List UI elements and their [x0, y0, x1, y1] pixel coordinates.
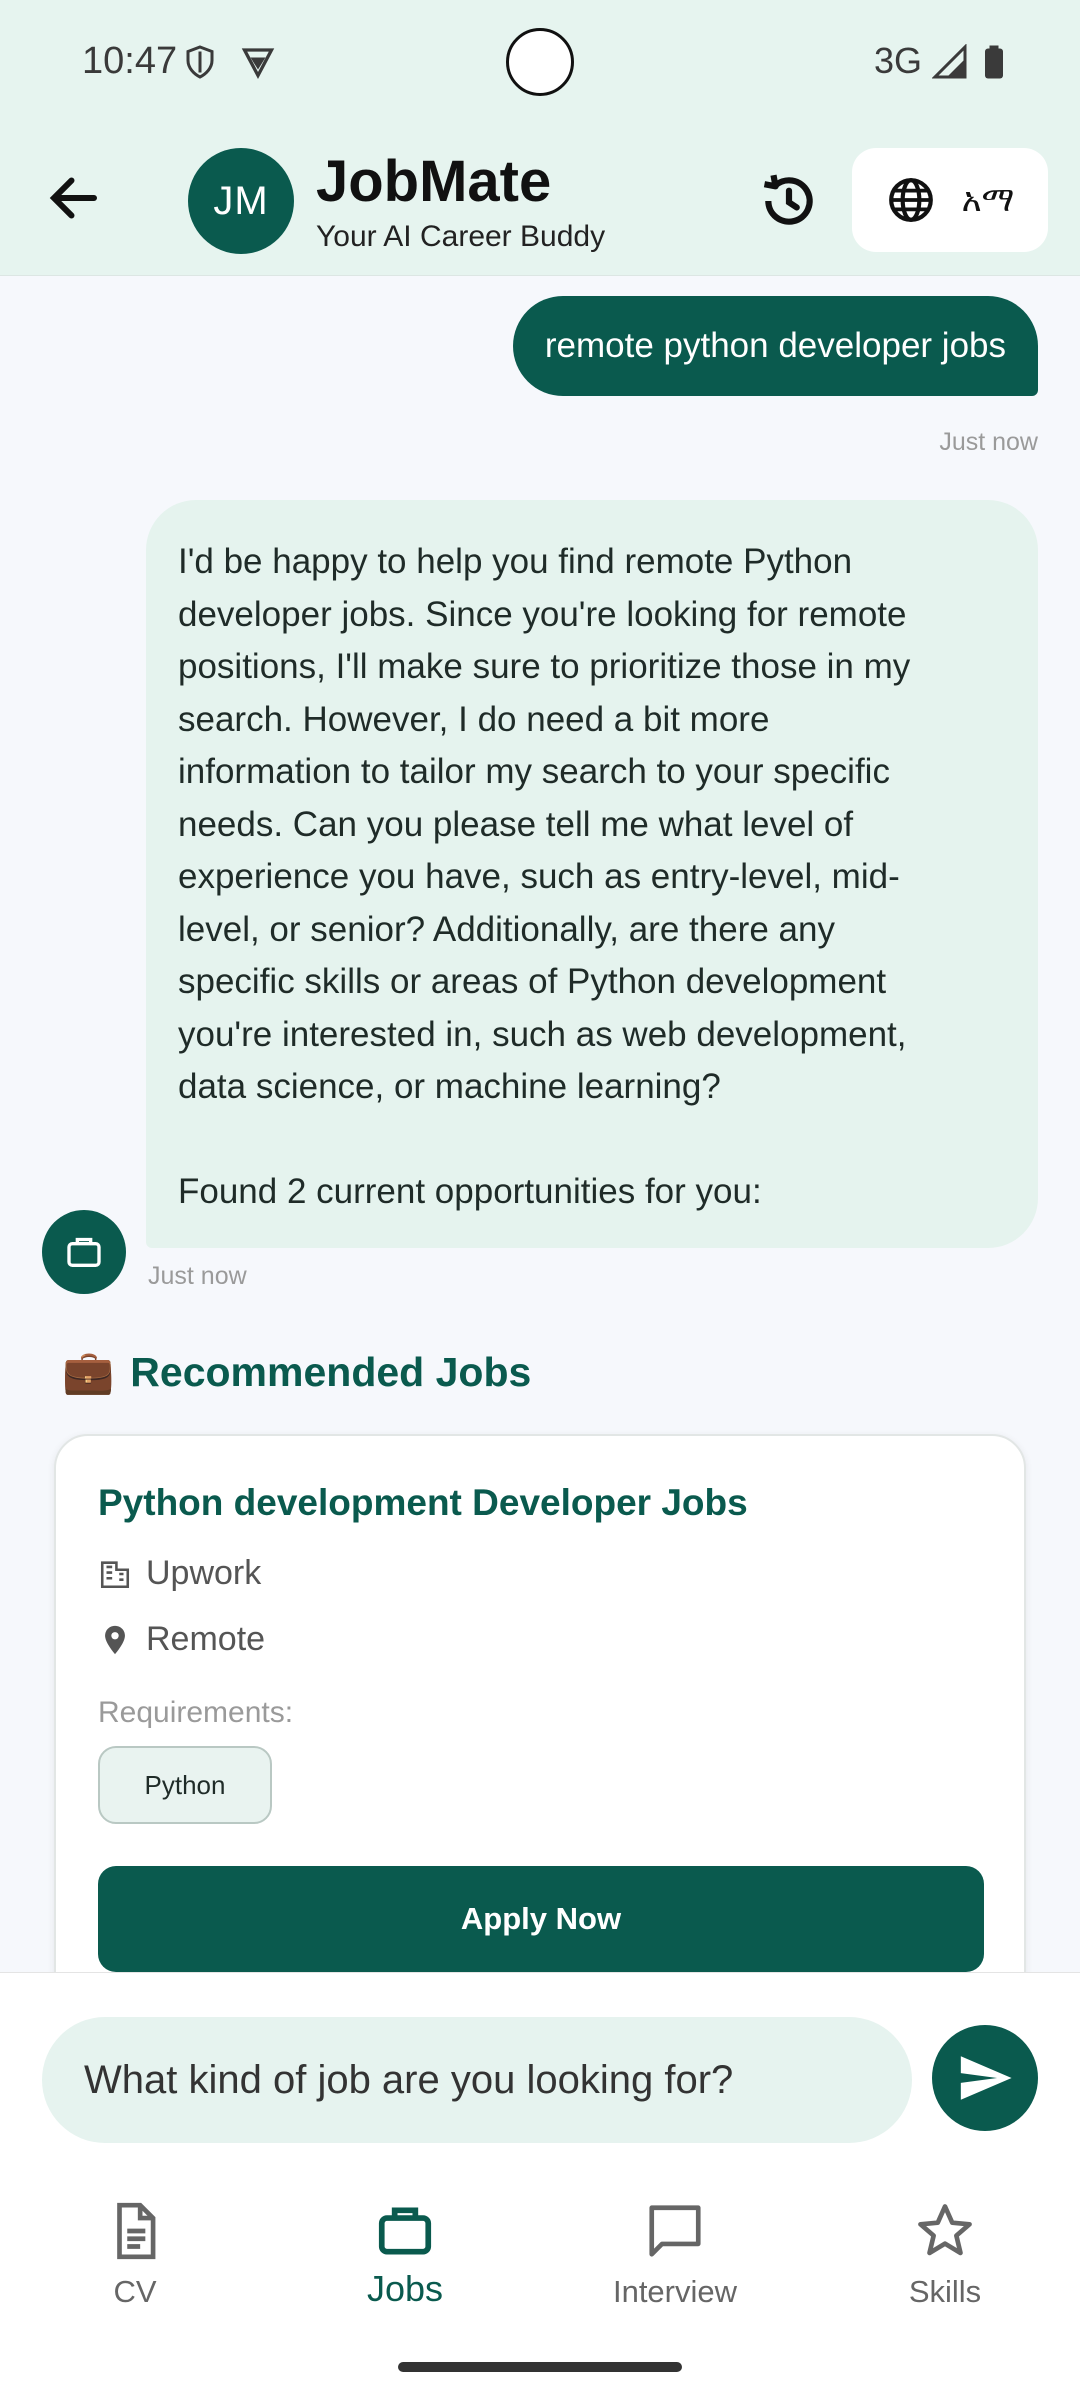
message-composer: [0, 1972, 1080, 2180]
status-time: 10:47: [82, 40, 178, 82]
requirements-label: Requirements:: [98, 1696, 294, 1729]
bot-message-line: developer jobs. Since you're looking for…: [178, 594, 907, 634]
bot-found-text: Found 2 current opportunities for you:: [178, 1171, 762, 1211]
recommended-jobs-heading: 💼 Recommended Jobs: [62, 1348, 531, 1397]
language-label: አማ: [961, 180, 1015, 219]
star-icon: [918, 2204, 972, 2256]
nav-label-jobs: Jobs: [366, 2268, 444, 2309]
bot-avatar: [42, 1210, 126, 1294]
nav-item-skills[interactable]: Skills: [845, 2200, 1045, 2310]
chat-icon: [649, 2205, 701, 2257]
battery-icon: [985, 45, 1003, 79]
nav-label-interview: Interview: [612, 2274, 738, 2309]
app-header-area: 10:47 3G JM JobMate Your AI Career Buddy…: [0, 0, 1080, 276]
job-location: Remote: [146, 1620, 266, 1658]
requirement-chip: Python: [98, 1746, 272, 1824]
bot-message-line: specific skills or areas of Python devel…: [178, 962, 887, 1001]
building-icon: [100, 1560, 130, 1588]
avatar: JM: [188, 148, 294, 254]
job-company-row: Upwork: [98, 1554, 261, 1593]
back-arrow-icon[interactable]: [44, 168, 104, 228]
recommended-jobs-title: Recommended Jobs: [130, 1349, 532, 1395]
job-location-row: Remote: [98, 1620, 265, 1659]
vpn-icon: [241, 48, 275, 80]
nav-item-interview[interactable]: Interview: [575, 2200, 775, 2310]
nav-item-cv[interactable]: CV: [35, 2200, 235, 2310]
nav-label-cv: CV: [113, 2274, 157, 2309]
user-message-bubble: remote python developer jobs: [512, 296, 1038, 396]
nav-label-skills: Skills: [908, 2274, 982, 2309]
bot-message-line: search. However, I do need a bit more: [178, 699, 770, 739]
page-title: JobMate: [316, 149, 552, 214]
history-icon[interactable]: [758, 170, 820, 232]
bot-message-line: level, or senior? Additionally, are ther…: [178, 909, 835, 949]
briefcase-icon: [378, 2207, 432, 2255]
home-indicator[interactable]: [398, 2362, 682, 2372]
location-pin-icon: [105, 1625, 125, 1654]
bot-message-line: information to tailor my search to your …: [178, 752, 890, 791]
bot-message-line: positions, I'll make sure to prioritize …: [178, 647, 911, 686]
job-title: Python development Developer Jobs: [98, 1482, 748, 1523]
user-message-timestamp: Just now: [939, 428, 1038, 456]
nav-item-jobs[interactable]: Jobs: [305, 2200, 505, 2310]
bot-message-bubble: I'd be happy to help you find remote Pyt…: [146, 500, 1038, 1248]
send-icon: [960, 2056, 1012, 2100]
page-subtitle: Your AI Career Buddy: [316, 220, 606, 253]
shield-icon: [186, 45, 214, 79]
bot-message-timestamp: Just now: [148, 1262, 247, 1290]
bot-message-line: data science, or machine learning?: [178, 1067, 721, 1106]
briefcase-icon: [67, 1237, 101, 1267]
camera-cutout: [506, 28, 574, 96]
job-company: Upwork: [146, 1554, 262, 1592]
job-card[interactable]: Python development Developer Jobs Upwork…: [54, 1434, 1026, 2034]
globe-icon: [888, 178, 933, 222]
bot-message-text: I'd be happy to help you find remote Pyt…: [178, 536, 1006, 1114]
document-icon: [117, 2202, 156, 2260]
network-type: 3G: [874, 40, 923, 81]
bot-message-line: needs. Can you please tell me what level…: [178, 804, 854, 844]
bot-message-line: experience you have, such as entry-level…: [178, 857, 900, 896]
bot-message-line: you're interested in, such as web develo…: [178, 1014, 907, 1054]
briefcase-emoji-icon: 💼: [62, 1348, 115, 1395]
bot-message-line: I'd be happy to help you find remote Pyt…: [178, 542, 853, 581]
signal-icon: [932, 44, 967, 79]
language-toggle-button[interactable]: አማ: [852, 148, 1048, 252]
status-bar: 10:47 3G: [0, 0, 1080, 130]
apply-now-button[interactable]: Apply Now: [98, 1866, 984, 1972]
send-button[interactable]: [932, 2025, 1038, 2131]
message-input[interactable]: [42, 2017, 912, 2143]
